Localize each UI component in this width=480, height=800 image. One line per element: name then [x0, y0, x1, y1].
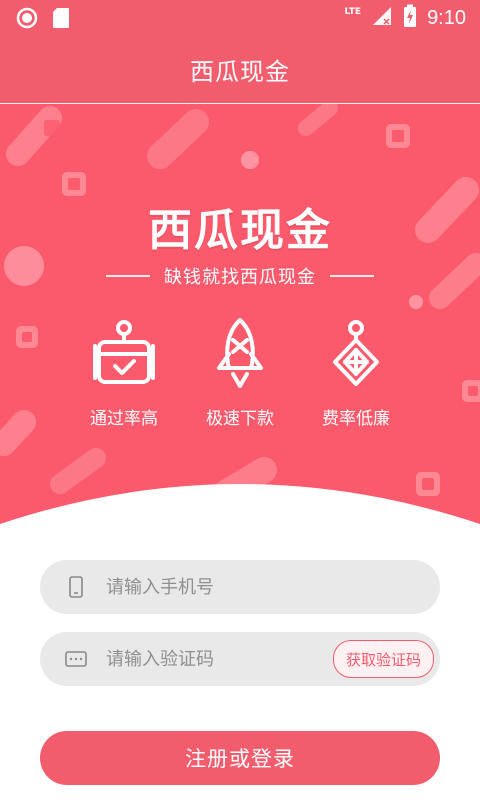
status-time: 9:10	[427, 6, 466, 29]
rocket-icon	[217, 318, 263, 388]
feature-fast-loan: 极速下款	[180, 318, 300, 429]
sd-card-icon	[52, 7, 70, 33]
phone-field[interactable]	[40, 560, 440, 614]
status-bar: LTE 9:10	[0, 0, 480, 36]
battery-charging-icon	[403, 4, 417, 32]
get-code-button[interactable]: 获取验证码	[332, 640, 434, 678]
app-bar: 西瓜现金	[0, 36, 480, 104]
feature-low-fee: 费率低廉	[296, 318, 416, 429]
price-tag-icon	[333, 320, 379, 386]
divider-line	[330, 275, 374, 277]
keyboard-icon	[64, 647, 88, 671]
code-field[interactable]: 获取验证码	[40, 632, 440, 686]
banner-curve	[0, 484, 480, 528]
network-type: LTE	[344, 7, 362, 17]
circle-notification-icon	[16, 7, 38, 33]
signal-icon	[371, 5, 393, 31]
code-input[interactable]	[104, 647, 308, 671]
page-title: 西瓜现金	[190, 58, 290, 86]
banner-title: 西瓜现金	[148, 205, 332, 256]
feature-label: 通过率高	[90, 409, 158, 429]
phone-icon	[64, 575, 88, 599]
register-login-button[interactable]: 注册或登录	[40, 731, 440, 785]
feature-label: 极速下款	[206, 409, 274, 429]
feature-pass-rate: 通过率高	[64, 318, 184, 429]
banner-subtitle: 缺钱就找西瓜现金	[0, 264, 480, 288]
calendar-check-icon	[93, 320, 155, 384]
banner-subtitle-text: 缺钱就找西瓜现金	[164, 267, 316, 288]
phone-input[interactable]	[104, 575, 308, 599]
decorative-shapes	[0, 104, 480, 507]
divider-line	[106, 275, 150, 277]
feature-label: 费率低廉	[322, 409, 390, 429]
hero-banner: 西瓜现金 缺钱就找西瓜现金 通过率高 极速下款 费率低廉	[0, 104, 480, 528]
